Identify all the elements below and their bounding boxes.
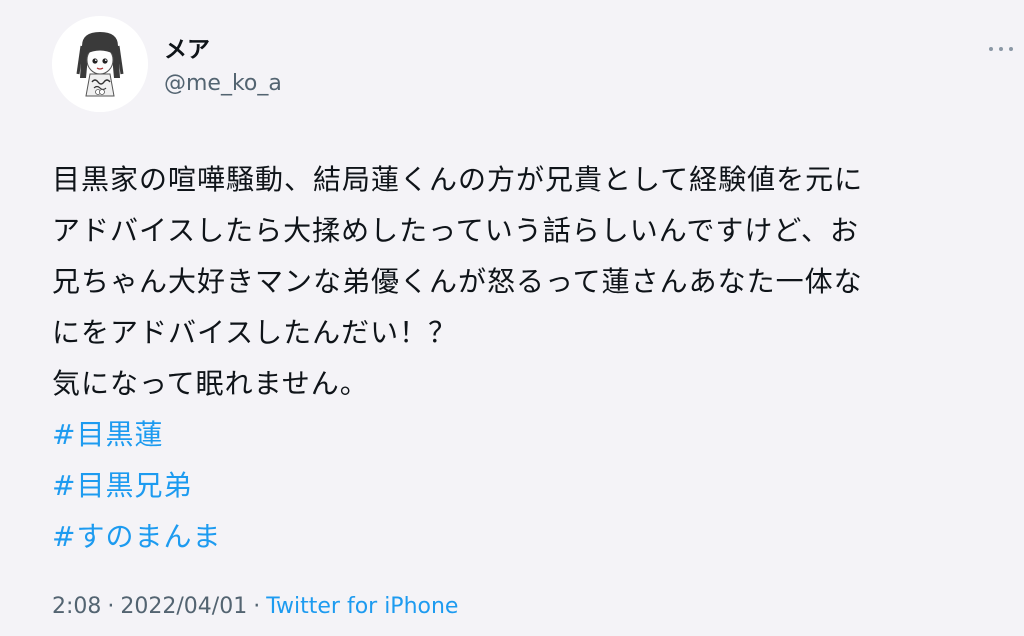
meta-separator: ·	[107, 594, 115, 619]
display-name[interactable]: メア	[164, 36, 210, 64]
tweet-text-line: 兄ちゃん大好きマンな弟優くんが怒るって蓮さんあなた一体な	[52, 265, 863, 298]
avatar[interactable]	[52, 16, 148, 112]
tweet-text-line: 目黒家の喧嘩騒動、結局蓮くんの方が兄貴として経験値を元に	[52, 163, 864, 196]
tweet-meta: 2:08 · 2022/04/01 · Twitter for iPhone	[52, 592, 458, 622]
tweet-card: メア @me_ko_a 目黒家の喧嘩騒動、結局蓮くんの方が兄貴として経験値を元に…	[0, 0, 1024, 636]
tweet-time[interactable]: 2:08	[52, 594, 101, 619]
hashtag-link[interactable]: #目黒蓮	[52, 409, 163, 460]
hashtag-link[interactable]: #目黒兄弟	[52, 460, 192, 511]
more-options-button[interactable]	[986, 40, 1016, 58]
tweet-text-line: 気になって眠れません。	[52, 367, 369, 400]
tweet-text: 目黒家の喧嘩騒動、結局蓮くんの方が兄貴として経験値を元に アドバイスしたら大揉め…	[52, 154, 1012, 562]
girl-illustration-avatar-icon	[52, 16, 148, 112]
user-handle[interactable]: @me_ko_a	[164, 70, 282, 98]
meta-separator: ·	[253, 594, 261, 619]
tweet-source-link[interactable]: Twitter for iPhone	[266, 594, 458, 619]
tweet-text-line: にをアドバイスしたんだい！？	[52, 316, 458, 349]
tweet-date[interactable]: 2022/04/01	[120, 594, 247, 619]
more-dots-icon	[989, 47, 1013, 51]
tweet-text-line: アドバイスしたら大揉めしたっていう話らしいんですけど、お	[52, 214, 859, 247]
hashtag-link[interactable]: #すのまんま	[52, 511, 221, 562]
